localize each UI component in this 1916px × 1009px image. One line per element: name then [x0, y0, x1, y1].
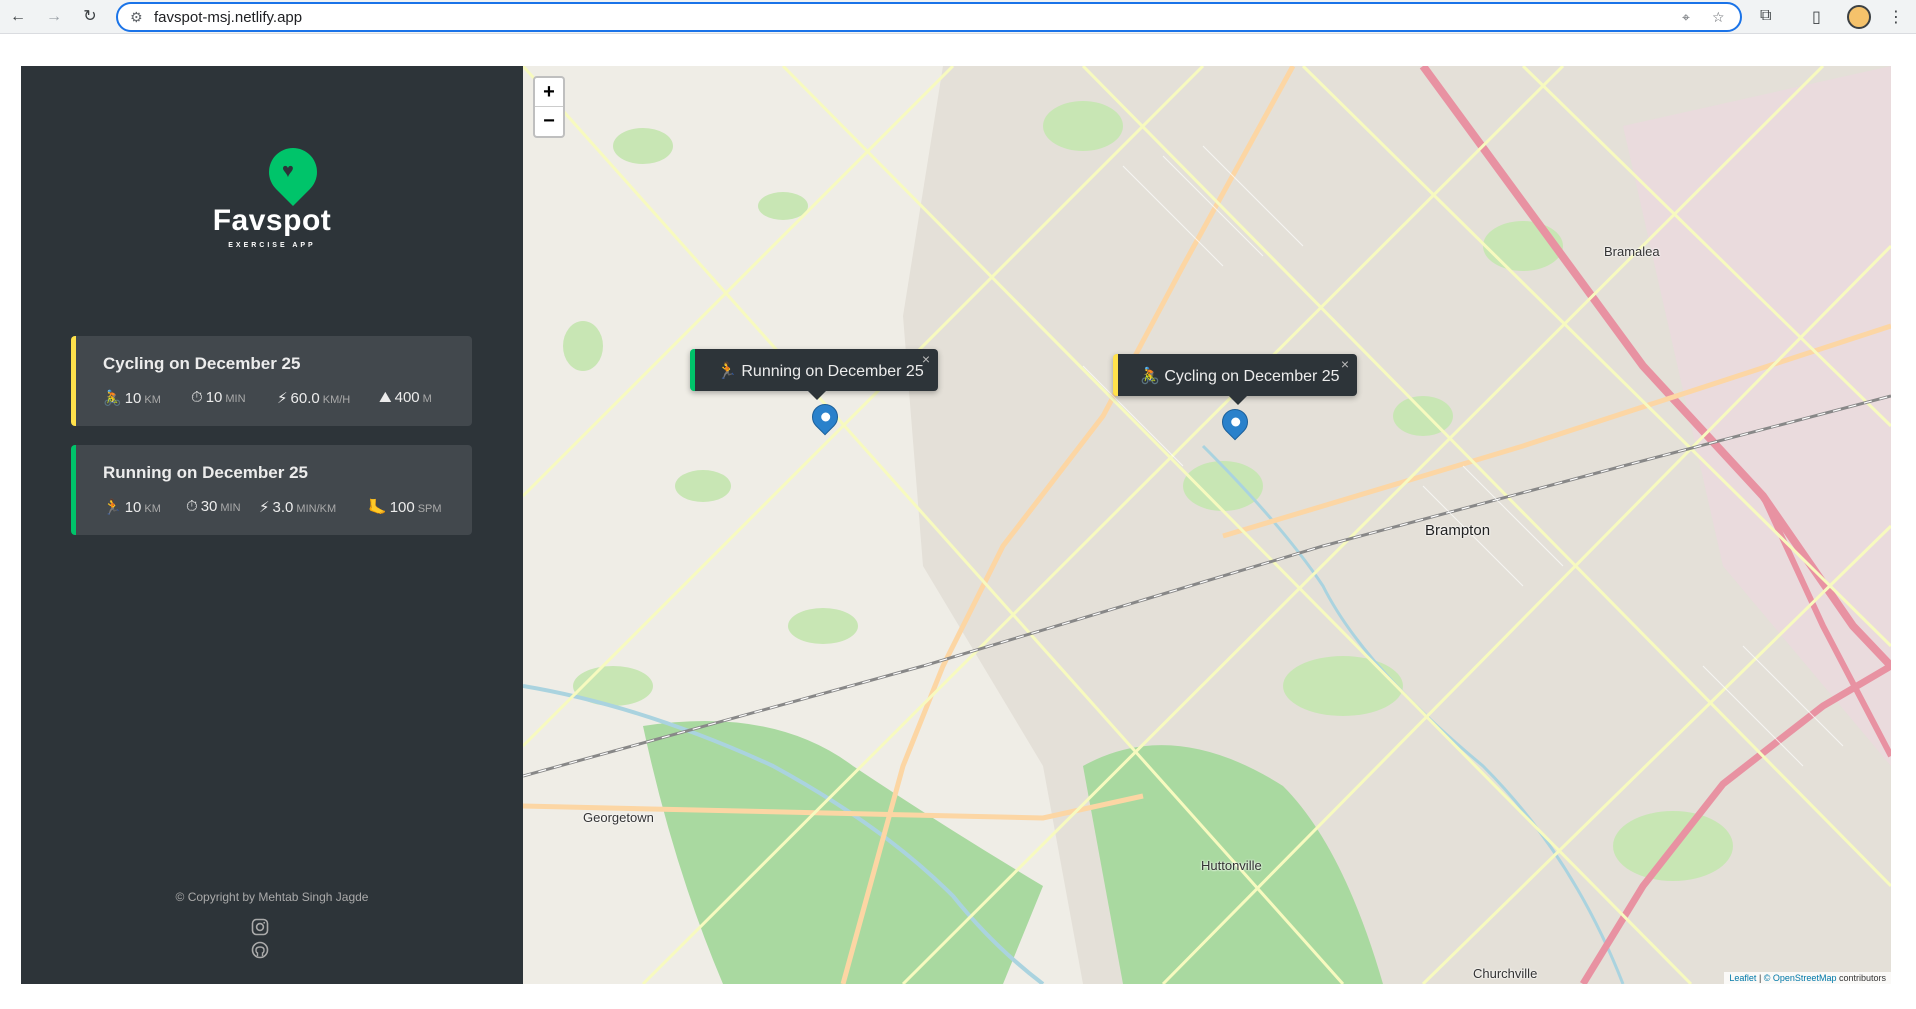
- github-icon[interactable]: [251, 941, 269, 959]
- site-info-icon[interactable]: ⚙: [130, 9, 143, 26]
- lightning-icon: ⚡: [259, 499, 270, 516]
- instagram-icon[interactable]: [251, 918, 269, 936]
- logo-heart-icon: ♥: [282, 160, 294, 182]
- browser-toolbar: ← → ↻ ⚙ favspot-msj.netlify.app ⌖ ☆ ⧉ ▯ …: [0, 0, 1916, 34]
- detail-value: 30: [200, 498, 218, 515]
- popup-label: Running on December 25: [741, 363, 924, 380]
- popup-label: Cycling on December 25: [1164, 368, 1340, 385]
- workout-detail-cadence: 🦶 100 spm: [368, 498, 442, 516]
- lightning-icon: ⚡: [277, 390, 288, 407]
- close-icon[interactable]: ×: [922, 351, 930, 367]
- url-text[interactable]: favspot-msj.netlify.app: [154, 9, 302, 26]
- attribution-suffix: contributors: [1838, 973, 1886, 983]
- popup-text: 🏃 Running on December 25: [717, 361, 924, 381]
- map[interactable]: + − Brampton Bramalea Georgetown Huttonv…: [523, 66, 1891, 984]
- place-label-bramalea: Bramalea: [1604, 244, 1660, 259]
- workout-detail-distance: 🚴 10 km: [103, 389, 161, 407]
- location-icon[interactable]: ⌖: [1682, 9, 1690, 26]
- popup-running[interactable]: 🏃 Running on December 25 ×: [690, 349, 938, 400]
- workout-title: Running on December 25: [103, 463, 308, 482]
- workout-title: Cycling on December 25: [103, 354, 301, 373]
- detail-value: 60.0: [290, 390, 320, 407]
- side-panel-icon[interactable]: ▯: [1812, 7, 1821, 27]
- detail-value: 100: [389, 499, 415, 516]
- map-tiles: [523, 66, 1891, 984]
- detail-unit: min: [225, 393, 246, 405]
- detail-unit: km: [144, 394, 161, 406]
- foot-icon: 🦶: [368, 499, 387, 516]
- leaflet-link[interactable]: Leaflet: [1729, 973, 1756, 983]
- runner-icon: 🏃: [717, 363, 737, 380]
- workout-detail-elevation: ⛰ 400 m: [379, 389, 432, 406]
- detail-unit: min/km: [296, 503, 337, 515]
- detail-value: 10: [124, 499, 142, 516]
- cyclist-icon: 🚴: [1140, 368, 1160, 385]
- workout-detail-duration: ⏱ 30 min: [186, 498, 241, 515]
- workout-item-running[interactable]: Running on December 25 🏃 10 km ⏱ 30 min ⚡ 3.0…: [71, 445, 472, 535]
- workout-detail-pace: ⚡ 3.0 min/km: [259, 498, 336, 516]
- detail-unit: spm: [417, 503, 442, 515]
- popup-text: 🚴 Cycling on December 25: [1140, 366, 1340, 386]
- workout-detail-speed: ⚡ 60.0 km/h: [277, 389, 350, 407]
- place-label-georgetown: Georgetown: [583, 810, 654, 825]
- reload-icon[interactable]: ↻: [80, 7, 100, 27]
- zoom-out-button[interactable]: −: [535, 107, 563, 136]
- logo-title: Favspot: [212, 204, 332, 237]
- osm-link[interactable]: © OpenStreetMap: [1764, 973, 1837, 983]
- zoom-control: + −: [533, 76, 565, 138]
- detail-unit: min: [220, 502, 241, 514]
- zoom-in-button[interactable]: +: [535, 78, 563, 107]
- map-attribution: Leaflet | © OpenStreetMap contributors: [1724, 972, 1891, 984]
- runner-icon: 🏃: [103, 499, 122, 516]
- bookmark-star-icon[interactable]: ☆: [1712, 9, 1725, 26]
- address-bar[interactable]: ⚙ favspot-msj.netlify.app ⌖ ☆: [116, 2, 1742, 32]
- stopwatch-icon: ⏱: [191, 389, 203, 406]
- place-label-huttonville: Huttonville: [1201, 858, 1262, 873]
- profile-avatar[interactable]: [1847, 5, 1871, 29]
- workout-detail-duration: ⏱ 10 min: [191, 389, 246, 406]
- detail-value: 3.0: [272, 499, 294, 516]
- social-links: [251, 918, 295, 959]
- close-icon[interactable]: ×: [1341, 356, 1349, 372]
- copyright-text: © Copyright by Mehtab Singh Jagde: [175, 890, 369, 904]
- place-label-brampton: Brampton: [1425, 522, 1491, 539]
- menu-icon[interactable]: ⋮: [1888, 7, 1904, 27]
- popup-tip: [1228, 396, 1247, 405]
- forward-icon[interactable]: →: [44, 7, 64, 27]
- logo-subtitle: EXERCISE APP: [228, 242, 316, 249]
- extensions-icon[interactable]: ⧉: [1760, 7, 1771, 25]
- detail-unit: km/h: [322, 394, 351, 406]
- detail-unit: km: [144, 503, 161, 515]
- cyclist-icon: 🚴: [103, 390, 122, 407]
- popup-cycling[interactable]: 🚴 Cycling on December 25 ×: [1113, 354, 1357, 405]
- place-label-churchville: Churchville: [1473, 966, 1538, 981]
- popup-tip: [807, 391, 826, 400]
- back-icon[interactable]: ←: [8, 7, 28, 27]
- mountain-icon: ⛰: [379, 389, 392, 406]
- detail-unit: m: [422, 393, 432, 405]
- detail-value: 10: [124, 390, 142, 407]
- detail-value: 10: [205, 389, 223, 406]
- workout-detail-distance: 🏃 10 km: [103, 498, 161, 516]
- detail-value: 400: [394, 389, 420, 406]
- stopwatch-icon: ⏱: [186, 498, 198, 515]
- workout-item-cycling[interactable]: Cycling on December 25 🚴 10 km ⏱ 10 min ⚡ 60.…: [71, 336, 472, 426]
- sidebar: ♥ Favspot EXERCISE APP Cycling on Decemb…: [21, 66, 523, 984]
